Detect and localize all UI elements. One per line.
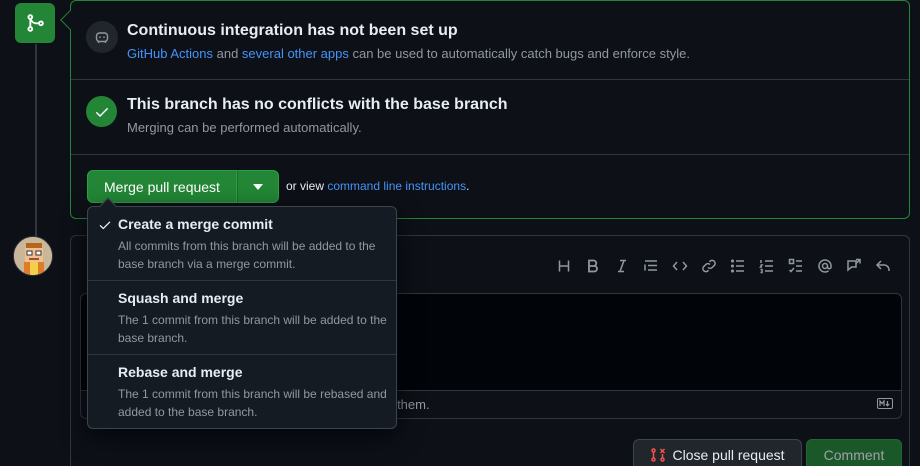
command-line-hint: or view command line instructions. — [286, 179, 470, 193]
ci-icon-wrap — [86, 21, 118, 53]
ci-section: Continuous integration has not been set … — [71, 1, 909, 80]
menu-item-create-merge-commit[interactable]: Create a merge commit All commits from t… — [88, 207, 396, 281]
command-line-instructions-link[interactable]: command line instructions — [327, 179, 466, 193]
git-pull-request-closed-icon — [651, 448, 666, 462]
menu-item-rebase-and-merge[interactable]: Rebase and merge The 1 commit from this … — [88, 355, 396, 429]
menu-item-description: The 1 commit from this branch will be re… — [118, 387, 387, 419]
git-merge-icon — [27, 14, 44, 32]
task-list-icon[interactable] — [781, 256, 810, 276]
merge-box: Continuous integration has not been set … — [60, 0, 910, 219]
merge-status-badge — [15, 3, 55, 43]
reply-icon[interactable] — [868, 256, 897, 276]
comment-button[interactable]: Comment — [806, 439, 902, 466]
conflicts-description: Merging can be performed automatically. — [127, 120, 362, 135]
merge-method-dropdown-button[interactable] — [236, 170, 279, 203]
conflicts-title: This branch has no conflicts with the ba… — [127, 96, 508, 113]
menu-item-description: The 1 commit from this branch will be ad… — [118, 313, 387, 345]
timeline-line — [35, 44, 37, 244]
markdown-icon[interactable] — [877, 398, 893, 409]
menu-item-title: Rebase and merge — [118, 364, 243, 380]
bold-icon[interactable] — [578, 256, 607, 276]
github-actions-link[interactable]: GitHub Actions — [127, 46, 213, 61]
merge-button-group: Merge pull request — [87, 170, 279, 203]
menu-item-title: Squash and merge — [118, 290, 244, 306]
robot-icon — [95, 32, 109, 43]
avatar[interactable] — [13, 236, 53, 276]
pixel-avatar-image — [14, 237, 52, 275]
cross-reference-icon[interactable] — [839, 256, 868, 276]
conflicts-section: This branch has no conflicts with the ba… — [71, 80, 909, 155]
ordered-list-icon[interactable] — [752, 256, 781, 276]
other-apps-link[interactable]: several other apps — [242, 46, 349, 61]
menu-item-squash-and-merge[interactable]: Squash and merge The 1 commit from this … — [88, 281, 396, 355]
menu-item-title: Create a merge commit — [118, 216, 273, 232]
merge-method-menu: Create a merge commit All commits from t… — [87, 197, 397, 429]
ci-title: Continuous integration has not been set … — [127, 22, 458, 39]
check-circle-icon — [86, 96, 117, 127]
ci-description: GitHub Actions and several other apps ca… — [127, 46, 690, 61]
code-icon[interactable] — [665, 256, 694, 276]
link-icon[interactable] — [694, 256, 723, 276]
triangle-down-icon — [252, 183, 263, 190]
quote-icon[interactable] — [636, 256, 665, 276]
close-pull-request-label: Close pull request — [672, 447, 785, 463]
mention-icon[interactable] — [810, 256, 839, 276]
heading-icon[interactable] — [549, 256, 578, 276]
menu-item-description: All commits from this branch will be add… — [118, 239, 376, 271]
check-icon — [99, 221, 111, 230]
markdown-toolbar — [549, 256, 897, 276]
close-pull-request-button[interactable]: Close pull request — [633, 439, 802, 466]
unordered-list-icon[interactable] — [723, 256, 752, 276]
italic-icon[interactable] — [607, 256, 636, 276]
